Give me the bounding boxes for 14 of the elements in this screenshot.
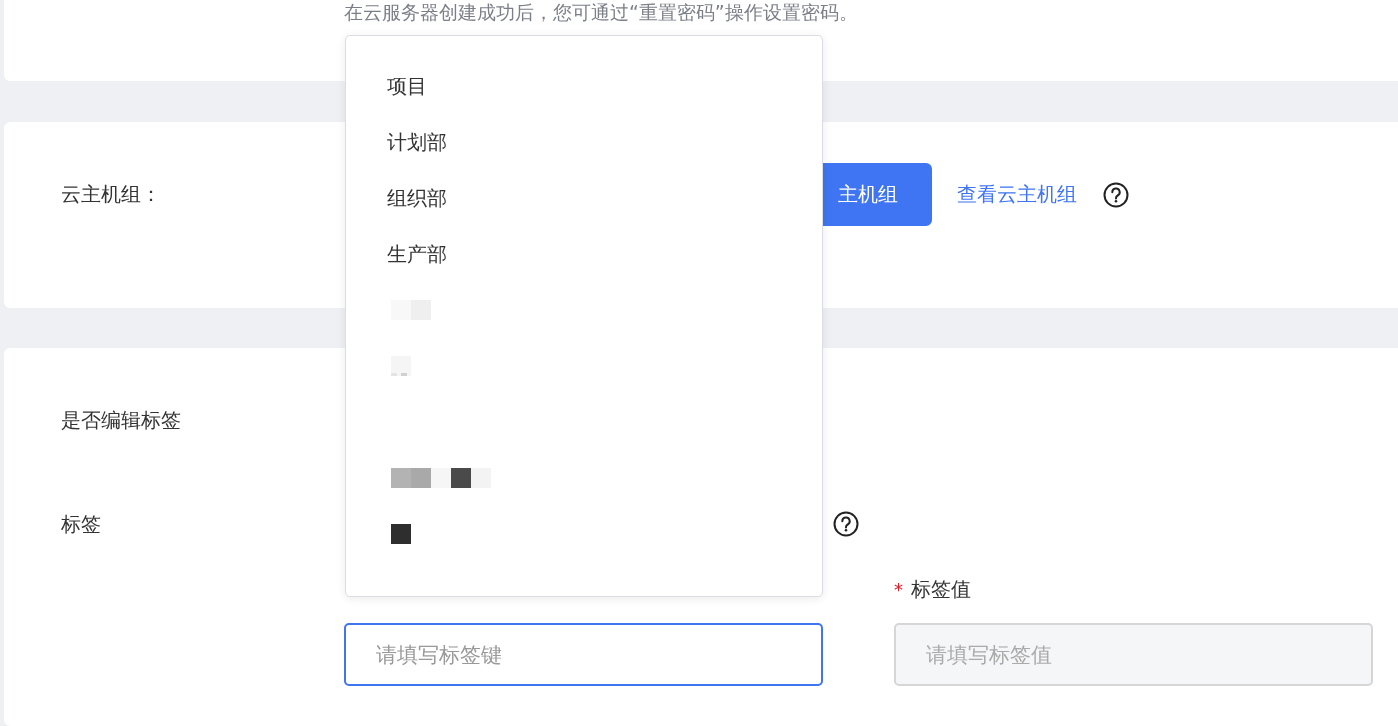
field-label: 标签值 bbox=[911, 575, 971, 603]
field-label: 是否编辑标签 bbox=[61, 406, 182, 434]
mosaic-drawing bbox=[391, 524, 411, 544]
field-label: 云主机组： bbox=[61, 181, 162, 208]
field-label: 标签 bbox=[61, 510, 102, 538]
required-mark: * bbox=[894, 578, 903, 600]
help-icon[interactable] bbox=[1103, 181, 1129, 208]
dropdown-option[interactable]: 生产部 bbox=[346, 226, 822, 282]
mosaic-drawing bbox=[391, 356, 411, 376]
dropdown-option[interactable]: 项目 bbox=[346, 58, 822, 114]
tag-key-field[interactable]: 请填写标签键 bbox=[344, 623, 823, 686]
help-icon[interactable] bbox=[833, 511, 859, 537]
password-hint: 在云服务器创建成功后，您可通过“重置密码”操作设置密码。 bbox=[344, 0, 858, 24]
view-groups-link[interactable]: 查看云主机组 bbox=[957, 181, 1077, 208]
